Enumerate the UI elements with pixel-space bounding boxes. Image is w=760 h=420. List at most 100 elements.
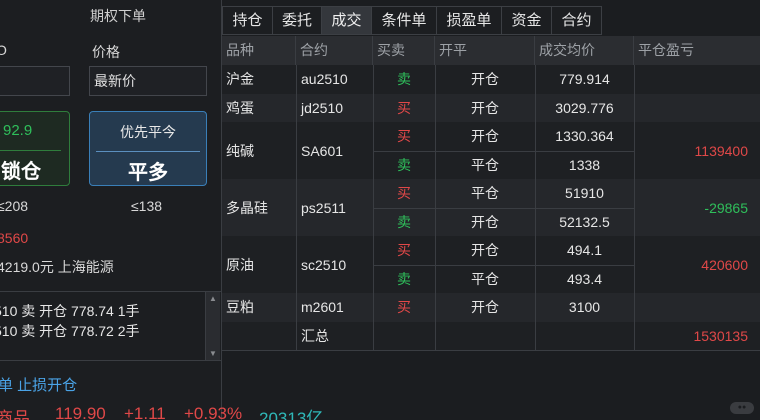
side-cell: 卖 <box>397 71 411 88</box>
row-divider <box>222 350 760 351</box>
column-divider <box>535 65 536 350</box>
side-cell: 卖 <box>397 270 411 287</box>
header-variety: 品种 <box>222 36 296 65</box>
price-label: 价格 <box>92 44 120 60</box>
avg-price-cell: 3029.776 <box>555 99 614 116</box>
side-cell: 买 <box>397 242 411 259</box>
stop-loss-open-link[interactable]: 单 止损开仓 <box>0 374 77 395</box>
lock-label: 锁仓 <box>1 161 41 183</box>
avg-price-cell: 494.1 <box>566 242 603 259</box>
market-ticker: 商品 119.90 +1.11 +0.93% 20313亿 <box>0 404 760 420</box>
contract-cell: m2601 <box>301 299 344 316</box>
summary-total: 1530135 <box>693 327 748 344</box>
open-close-cell: 开仓 <box>471 242 499 259</box>
order-log: 510 卖 开仓 778.74 1手 510 卖 开仓 778.72 2手 <box>0 291 221 361</box>
variety-cell: 原油 <box>226 256 254 273</box>
divider <box>0 150 61 151</box>
ticker-change: +1.11 <box>124 404 166 420</box>
max-qty-right: ≤138 <box>131 198 163 214</box>
avg-price-cell: 52132.5 <box>559 213 610 230</box>
log-line: 510 卖 开仓 778.72 2手 <box>0 323 140 339</box>
ticker-name: 商品 <box>0 409 30 420</box>
avg-price-cell: 493.4 <box>566 270 603 287</box>
tab-stop-orders[interactable]: 损盈单 <box>436 6 502 35</box>
open-close-cell: 平仓 <box>471 270 499 287</box>
log-line: 510 卖 开仓 778.74 1手 <box>0 303 140 319</box>
column-divider <box>634 65 635 350</box>
quantity-field[interactable] <box>0 66 70 96</box>
side-cell: 买 <box>397 128 411 145</box>
tab-funds[interactable]: 资金 <box>501 6 552 35</box>
contract-cell: SA601 <box>301 142 344 159</box>
open-close-cell: 平仓 <box>471 185 499 202</box>
pnl-cell <box>634 293 748 322</box>
pnl-cell: -29865 <box>704 199 748 216</box>
header-close-pnl: 平仓盈亏 <box>638 42 694 58</box>
table-header: 品种 合约 买卖 开平 成交均价 平仓盈亏 <box>222 36 760 65</box>
tab-conditional-orders[interactable]: 条件单 <box>371 6 437 35</box>
ticker-amount: 20313亿 <box>259 409 324 420</box>
ticker-price: 119.90 <box>55 404 106 420</box>
order-panel: 期权下单 O 价格 最新价 92.9 锁仓 优先平今 平多 ≤208 ≤138 … <box>0 0 222 420</box>
column-divider <box>373 65 374 350</box>
side-cell: 卖 <box>397 156 411 173</box>
tab-fills[interactable]: 成交 <box>321 6 372 35</box>
side-cell: 买 <box>397 99 411 116</box>
side-cell: 买 <box>397 299 411 316</box>
max-qty-left: ≤208 <box>0 198 29 214</box>
open-close-cell: 开仓 <box>471 128 499 145</box>
side-cell: 卖 <box>397 213 411 230</box>
contract-cell: ps2511 <box>301 199 346 216</box>
header-open-close: 开平 <box>435 36 535 65</box>
avg-price-cell: 1338 <box>568 156 601 173</box>
row-divider <box>373 150 634 152</box>
priority-close-today-label: 优先平今 <box>120 124 176 140</box>
log-scrollbar[interactable]: ▲ ▼ <box>205 292 220 360</box>
open-close-cell: 平仓 <box>471 156 499 173</box>
contract-cell: jd2510 <box>301 99 344 116</box>
tab-orders[interactable]: 委托 <box>272 6 322 35</box>
header-avg-price: 成交均价 <box>535 36 634 65</box>
header-side: 买卖 <box>373 36 435 65</box>
lock-price: 92.9 <box>3 122 33 139</box>
header-contract: 合约 <box>296 36 373 65</box>
variety-cell: 鸡蛋 <box>226 99 254 116</box>
tab-positions[interactable]: 持仓 <box>222 6 273 35</box>
open-close-cell: 开仓 <box>471 71 499 88</box>
pnl-cell <box>634 94 748 123</box>
summary-label: 汇总 <box>301 327 329 344</box>
lock-position-button[interactable]: 92.9 锁仓 <box>0 111 70 186</box>
variety-cell: 沪金 <box>226 71 254 88</box>
margin-value: 8560 <box>0 230 29 246</box>
avg-price-cell: 51910 <box>565 185 604 202</box>
open-close-cell: 开仓 <box>471 299 499 316</box>
open-close-cell: 开仓 <box>471 213 499 230</box>
avg-price-cell: 1330.364 <box>555 128 614 145</box>
scroll-up-icon[interactable]: ▲ <box>206 294 220 303</box>
avg-price-cell: 3100 <box>568 299 601 316</box>
watermark: ●● <box>730 402 754 414</box>
ticker-pct: +0.93% <box>184 404 243 420</box>
contract-cell: sc2510 <box>301 256 347 273</box>
contract-cell: au2510 <box>301 71 348 88</box>
account-info: 4219.0元 上海能源 <box>0 259 114 275</box>
panel-title: 期权下单 <box>90 8 146 24</box>
scroll-down-icon[interactable]: ▼ <box>206 349 220 358</box>
side-cell: 买 <box>397 185 411 202</box>
open-close-cell: 开仓 <box>471 99 499 116</box>
avg-price-cell: 779.914 <box>559 71 610 88</box>
variety-cell: 纯碱 <box>226 142 254 159</box>
row-divider <box>373 264 634 266</box>
column-divider <box>435 65 436 350</box>
pnl-cell <box>634 65 748 94</box>
price-mode-field[interactable]: 最新价 <box>89 66 207 96</box>
tab-contracts[interactable]: 合约 <box>551 6 602 35</box>
column-divider <box>296 65 297 350</box>
close-long-button[interactable]: 优先平今 平多 <box>89 111 207 186</box>
quantity-label: O <box>0 42 7 58</box>
divider <box>96 151 200 152</box>
pnl-cell: 1139400 <box>694 142 748 159</box>
row-divider <box>373 207 634 209</box>
pnl-cell: 420600 <box>701 256 748 273</box>
variety-cell: 多晶硅 <box>226 199 268 216</box>
